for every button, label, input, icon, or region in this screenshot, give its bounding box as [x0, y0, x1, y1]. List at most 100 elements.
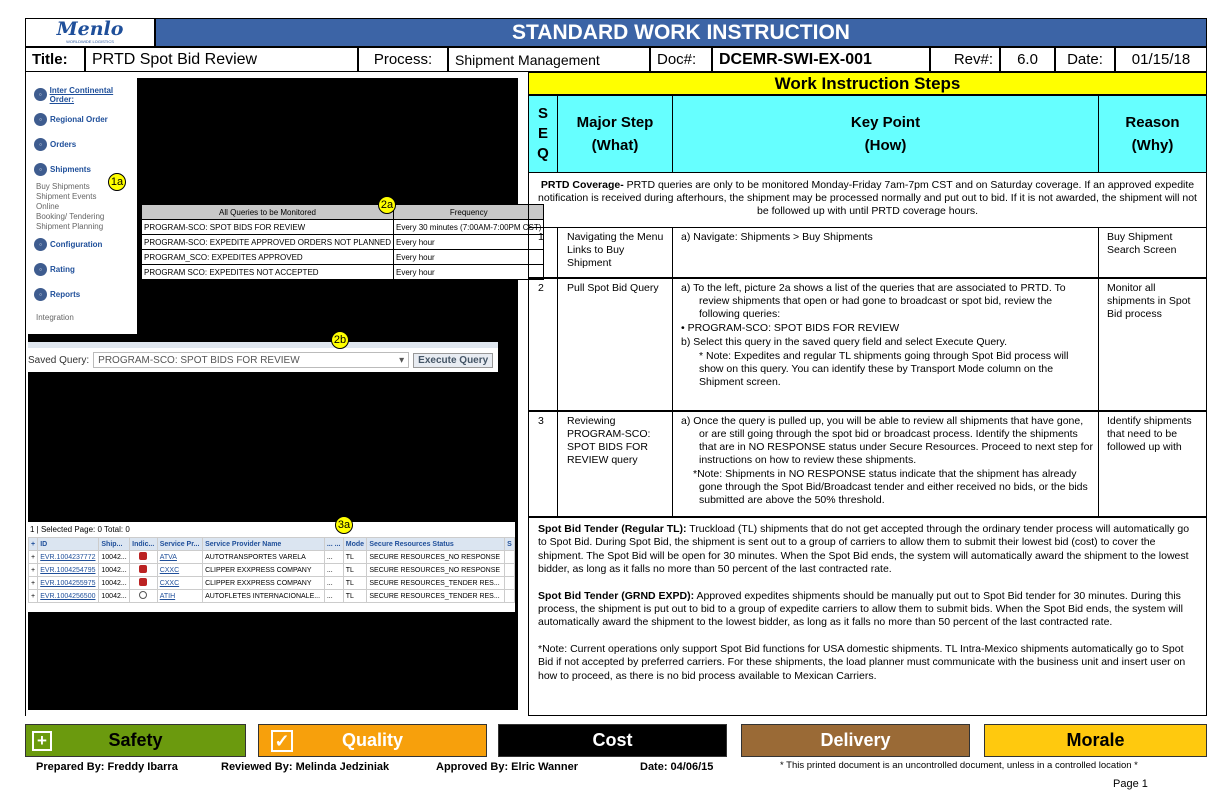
- date-label: Date:: [1055, 47, 1115, 72]
- delivery-category: Delivery: [741, 724, 970, 757]
- table-cell: TL: [342, 563, 368, 577]
- indicator-icon: [139, 565, 148, 573]
- indicator-icon: [139, 552, 148, 560]
- morale-category: Morale: [984, 724, 1207, 757]
- menu-icon: ○: [34, 163, 47, 176]
- column-header[interactable]: Service Pr...: [156, 537, 204, 551]
- table-cell: TL: [342, 550, 368, 564]
- table-cell: 10042...: [98, 576, 131, 590]
- table-cell: +: [27, 550, 39, 564]
- cost-category: Cost: [498, 724, 727, 757]
- step-seq: 3: [528, 411, 558, 517]
- step-seq: 1: [528, 227, 558, 278]
- table-row[interactable]: + EVR.1004237772 10042... ATVA AUTOTRANSPORT…: [27, 550, 515, 564]
- safety-category: + Safety: [25, 724, 246, 757]
- approved-by: Approved By: Elric Wanner: [436, 761, 579, 773]
- row-link[interactable]: ATIH: [160, 593, 175, 600]
- rev-value: 6.0: [1000, 47, 1055, 72]
- menu-icon: ○: [34, 263, 47, 276]
- table-row[interactable]: + EVR.1004255975 10042... CXXC CLIPPER EXXPR…: [27, 576, 515, 590]
- column-header[interactable]: Mode: [342, 537, 368, 551]
- reviewed-by: Reviewed By: Melinda Jedziniak: [221, 761, 390, 773]
- column-header[interactable]: Secure Resources Status: [366, 537, 506, 551]
- table-cell: [504, 550, 515, 564]
- table-cell: SECURE RESOURCES_TENDER RES...: [366, 576, 506, 590]
- table-cell: ...: [323, 550, 344, 564]
- key-point-line: b) Select this query in the saved query …: [681, 336, 1008, 348]
- title-label: Title:: [25, 47, 85, 72]
- table-cell: ...: [323, 563, 344, 577]
- key-point-line: a) Once the query is pulled up, you will…: [681, 415, 1093, 466]
- callout-badge: 2b: [331, 331, 349, 349]
- dropdown-arrow-icon: ▾: [399, 354, 405, 366]
- key-point-line: • PROGRAM-SCO: SPOT BIDS FOR REVIEW: [681, 322, 900, 334]
- nav-item: ○ Configuration: [28, 232, 137, 257]
- approval-date: Date: 04/06/15: [640, 761, 714, 773]
- process-label: Process:: [358, 47, 448, 72]
- column-header[interactable]: S: [504, 537, 515, 551]
- step-major: Pull Spot Bid Query: [557, 278, 673, 411]
- table-cell: 10042...: [98, 589, 131, 603]
- table-cell: AUTOFLETES INTERNACIONALE...: [202, 589, 325, 603]
- table-row[interactable]: + EVR.1004254795 10042... CXXC CLIPPER EXXPR…: [27, 563, 515, 577]
- column-header[interactable]: Ship...: [98, 537, 131, 551]
- nav-item: ○ Regional Order: [28, 107, 137, 132]
- menu-icon: ○: [34, 138, 47, 151]
- table-cell: 10042...: [98, 550, 131, 564]
- note-grnd-expd: Spot Bid Tender (GRND EXPD): Approved ex…: [538, 589, 1183, 629]
- column-header[interactable]: Service Provider Name: [202, 537, 325, 551]
- key-point-line: a) Navigate: Shipments > Buy Shipments: [681, 231, 873, 243]
- step-reason: Buy Shipment Search Screen: [1098, 227, 1207, 278]
- row-link[interactable]: EVR.1004256500: [40, 593, 95, 600]
- nav-subitem: Online: [36, 202, 60, 211]
- table-cell: [504, 589, 515, 603]
- row-link[interactable]: ATVA: [160, 554, 177, 561]
- row-link[interactable]: EVR.1004254795: [40, 567, 95, 574]
- nav-subitem: Shipment Planning: [36, 222, 104, 231]
- table-cell: [504, 563, 515, 577]
- row-link[interactable]: CXXC: [160, 580, 179, 587]
- table-cell: TL: [342, 576, 368, 590]
- row-link[interactable]: CXXC: [160, 567, 179, 574]
- table-row[interactable]: + EVR.1004256500 10042... ATIH AUTOFLETES IN…: [27, 589, 515, 603]
- column-header[interactable]: +: [27, 537, 39, 551]
- step-major: Navigating the Menu Links to Buy Shipmen…: [557, 227, 673, 278]
- table-cell: SECURE RESOURCES_NO RESPONSE: [366, 563, 506, 577]
- results-screenshot: 1 | Selected Page: 0 Total: 0 + ID Ship...…: [27, 522, 515, 612]
- table-row: PROGRAM-SCO: EXPEDITE APPROVED ORDERS NO…: [140, 234, 545, 250]
- column-header[interactable]: ID: [37, 537, 100, 551]
- reason-header: Reason (Why): [1098, 95, 1207, 173]
- menu-icon: ○: [34, 288, 47, 301]
- major-step-header: Major Step (What): [557, 95, 673, 173]
- table-row: PROGRAM SCO: EXPEDITES NOT ACCEPTED Every…: [140, 264, 545, 280]
- row-link[interactable]: EVR.1004255975: [40, 580, 95, 587]
- nav-item: ○ Inter Continental Order:: [28, 82, 137, 107]
- step-key-point: a) To the left, picture 2a shows a list …: [672, 278, 1099, 411]
- saved-query-bar: Saved Query: PROGRAM-SCO: SPOT BIDS FOR …: [28, 342, 498, 372]
- key-point-header: Key Point (How): [672, 95, 1099, 173]
- nav-item: ○ Reports: [28, 282, 137, 307]
- results-toolbar: 1 | Selected Page: 0 Total: 0: [30, 525, 130, 534]
- step-reason: Monitor all shipments in Spot Bid proces…: [1098, 278, 1207, 411]
- column-header[interactable]: ... ...: [323, 537, 344, 551]
- coverage-note: PRTD Coverage- PRTD queries are only to …: [528, 172, 1207, 228]
- saved-query-label: Saved Query:: [28, 354, 90, 366]
- table-cell: CLIPPER EXXPRESS COMPANY: [202, 563, 325, 577]
- column-header[interactable]: Indic...: [129, 537, 158, 551]
- menu-icon: ○: [34, 238, 47, 251]
- callout-badge: 1a: [108, 173, 126, 191]
- callout-badge: 3a: [335, 516, 353, 534]
- nav-item: ○ Rating: [28, 257, 137, 282]
- table-cell: AUTOTRANSPORTES VARELA: [202, 550, 325, 564]
- note-mexico: *Note: Current operations only support S…: [538, 642, 1186, 682]
- table-cell: [504, 576, 515, 590]
- execute-query-button[interactable]: Execute Query: [413, 352, 494, 368]
- step-key-point: a) Navigate: Shipments > Buy Shipments: [672, 227, 1099, 278]
- step-key-point: a) Once the query is pulled up, you will…: [672, 411, 1099, 517]
- nav-subitem: Shipment Events: [36, 192, 97, 201]
- saved-query-select[interactable]: PROGRAM-SCO: SPOT BIDS FOR REVIEW ▾: [93, 352, 410, 368]
- table-cell: SECURE RESOURCES_TENDER RES...: [366, 589, 506, 603]
- step-major: Reviewing PROGRAM-SCO: SPOT BIDS FOR REV…: [557, 411, 673, 517]
- row-link[interactable]: EVR.1004237772: [40, 554, 95, 561]
- table-cell: SECURE RESOURCES_NO RESPONSE: [366, 550, 506, 564]
